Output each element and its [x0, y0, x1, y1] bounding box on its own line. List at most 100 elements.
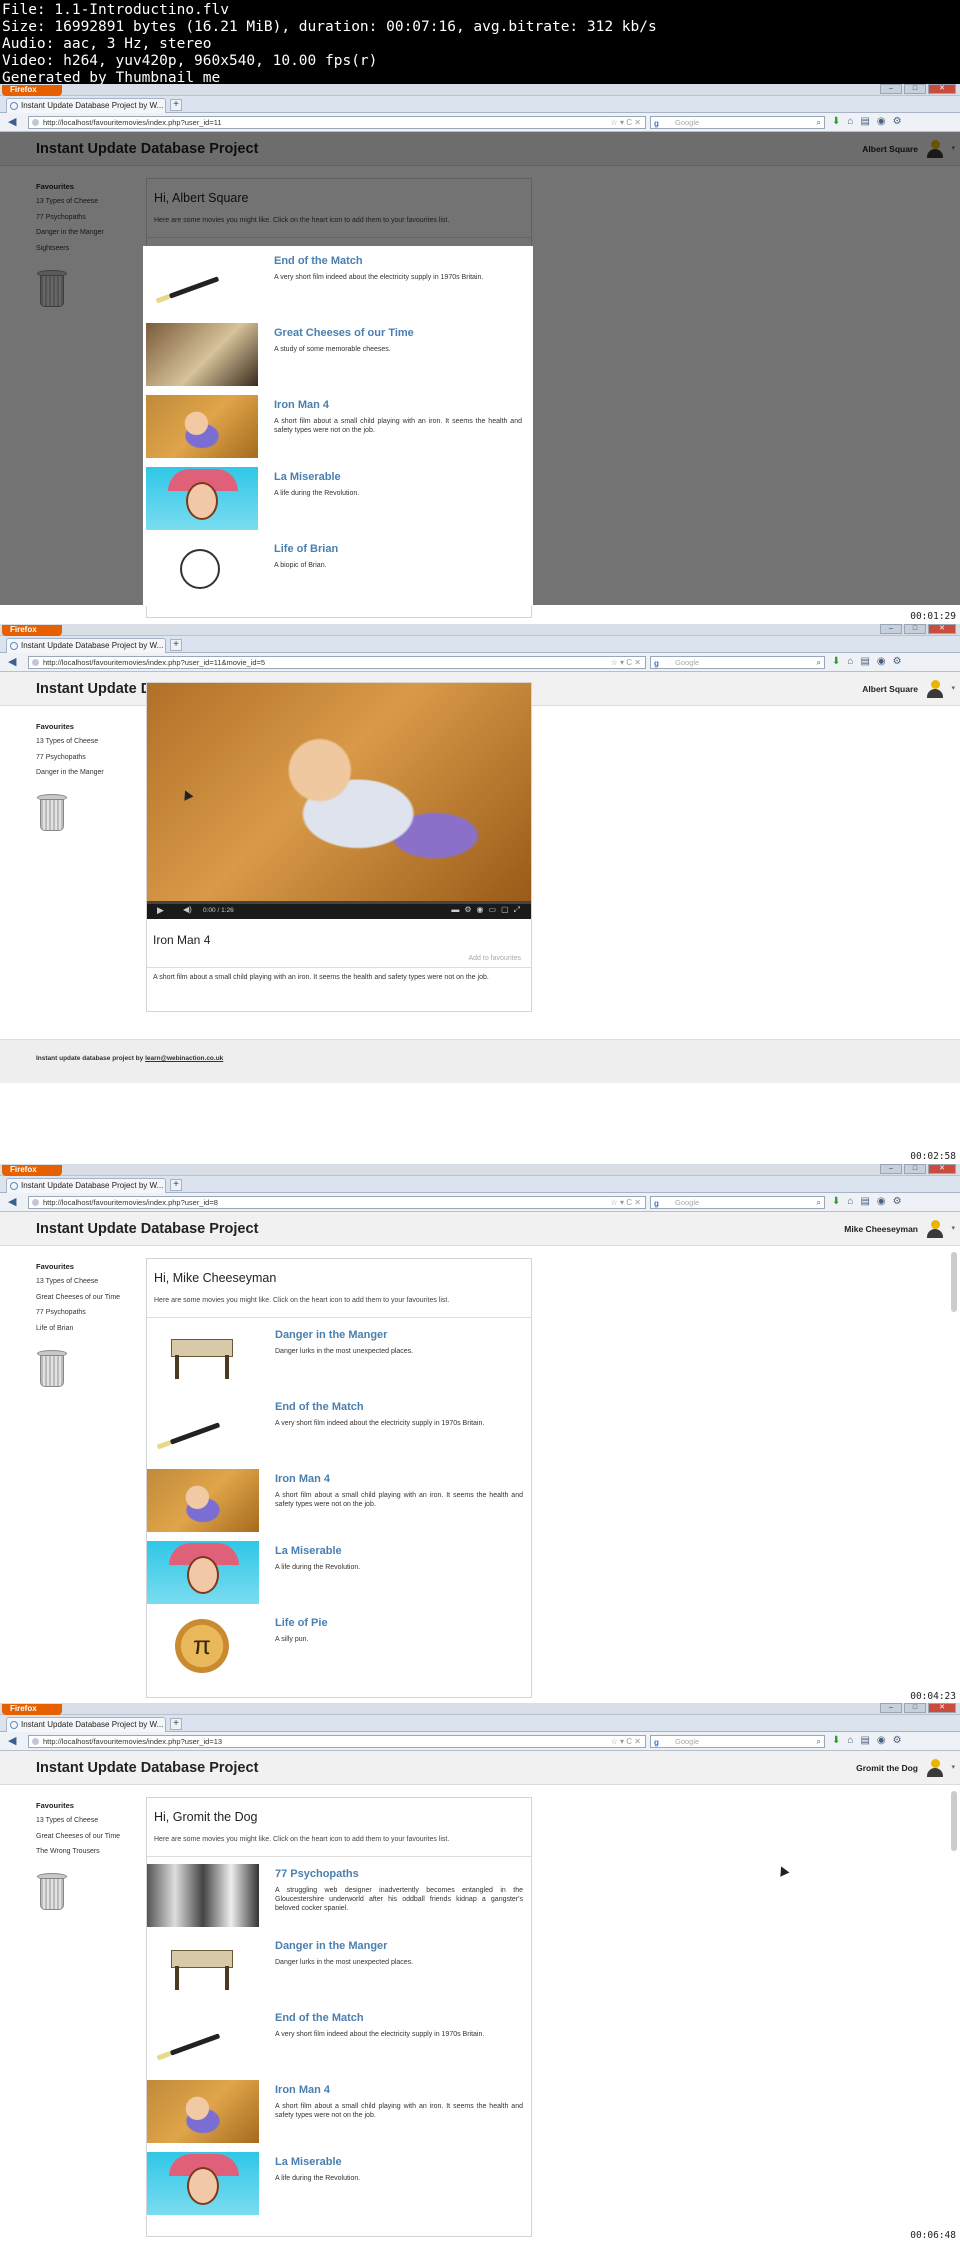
maximize-icon[interactable]: □ — [904, 1164, 926, 1174]
home-icon[interactable]: ⌂ — [847, 1195, 853, 1209]
favourite-item[interactable]: Danger in the Manger — [36, 769, 136, 776]
minimize-icon[interactable]: – — [880, 84, 902, 94]
video-player[interactable] — [147, 683, 531, 901]
new-tab-button[interactable]: + — [170, 1718, 182, 1730]
menu-icon[interactable]: ▤ — [860, 1734, 869, 1748]
new-tab-button[interactable]: + — [170, 1179, 182, 1191]
close-icon[interactable]: ✕ — [928, 84, 956, 94]
favourite-item[interactable]: Life of Brian — [36, 1325, 136, 1332]
search-box[interactable]: g Google ⌕ — [650, 116, 825, 129]
favourite-item[interactable]: Great Cheeses of our Time — [36, 1294, 136, 1301]
download-icon[interactable]: ⬇ — [832, 1734, 840, 1748]
movie-thumbnail[interactable] — [147, 1541, 259, 1604]
add-to-favourites-link[interactable]: Add to favourites — [468, 955, 521, 962]
magnifier-icon[interactable]: ⌕ — [817, 1197, 821, 1208]
new-tab-button[interactable]: + — [170, 99, 182, 111]
list-item[interactable]: Iron Man 4 A short film about a small chi… — [146, 395, 530, 467]
minimize-icon[interactable]: – — [880, 624, 902, 634]
list-item[interactable]: Danger in the Manger Danger lurks in the … — [147, 1325, 531, 1397]
list-item[interactable]: Danger in the Manger Danger lurks in the … — [147, 1936, 531, 2008]
movie-title[interactable]: End of the Match — [275, 1401, 364, 1413]
movie-thumbnail[interactable] — [147, 1469, 259, 1532]
movie-title[interactable]: Life of Pie — [275, 1617, 328, 1629]
trash-bin-icon[interactable] — [36, 269, 68, 308]
download-icon[interactable]: ⬇ — [832, 115, 840, 129]
addon-icon[interactable]: ◉ — [877, 115, 886, 129]
addon-icon[interactable]: ◉ — [877, 655, 886, 669]
magnifier-icon[interactable]: ⌕ — [817, 657, 821, 668]
site-title[interactable]: Instant Update Database Project — [36, 1221, 258, 1237]
trash-bin-icon[interactable] — [36, 1873, 68, 1911]
browser-tab[interactable]: Instant Update Database Project by W... — [6, 98, 166, 113]
favourite-item[interactable]: The Wrong Trousers — [36, 1848, 136, 1855]
movie-title[interactable]: End of the Match — [275, 2012, 364, 2024]
favourite-item[interactable]: Great Cheeses of our Time — [36, 1833, 136, 1840]
movie-thumbnail[interactable]: π — [147, 1613, 259, 1676]
movie-title[interactable]: End of the Match — [274, 255, 363, 267]
bookmark-star-icon[interactable]: ☆ ▾ C ✕ — [611, 1736, 641, 1747]
menu-icon[interactable]: ▤ — [860, 115, 869, 129]
maximize-icon[interactable]: □ — [904, 1703, 926, 1713]
magnifier-icon[interactable]: ⌕ — [817, 1736, 821, 1747]
browser-tab[interactable]: Instant Update Database Project by W... — [6, 638, 166, 653]
avatar[interactable] — [926, 1219, 944, 1239]
address-bar[interactable]: http://localhost/favouritemovies/index.p… — [28, 116, 646, 129]
back-arrow-icon[interactable]: ◀ — [8, 116, 22, 129]
movie-thumbnail[interactable] — [146, 395, 258, 458]
addon-icon[interactable]: ◉ — [877, 1195, 886, 1209]
user-name[interactable]: Gromit the Dog — [856, 1763, 918, 1773]
list-item[interactable]: La Miserable A life during the Revolution… — [147, 2152, 531, 2224]
close-icon[interactable]: ✕ — [928, 1164, 956, 1174]
chevron-down-icon[interactable]: ▾ — [951, 1763, 955, 1771]
browser-tab[interactable]: Instant Update Database Project by W... — [6, 1717, 166, 1732]
movie-title[interactable]: Great Cheeses of our Time — [274, 327, 414, 339]
addon-icon[interactable]: ◉ — [877, 1734, 886, 1748]
favourite-item[interactable]: 13 Types of Cheese — [36, 1817, 136, 1824]
user-name[interactable]: Mike Cheeseyman — [844, 1224, 918, 1234]
movie-title[interactable]: 77 Psychopaths — [275, 1868, 359, 1880]
magnifier-icon[interactable]: ⌕ — [817, 117, 821, 128]
trash-bin-icon[interactable] — [36, 794, 68, 832]
avatar[interactable] — [926, 139, 944, 159]
movie-title[interactable]: Life of Brian — [274, 543, 338, 555]
tools-icon[interactable]: ⚙ — [893, 115, 902, 129]
list-item[interactable]: End of the Match A very short film indeed… — [147, 1397, 531, 1469]
favourite-item[interactable]: 13 Types of Cheese — [36, 198, 136, 205]
back-arrow-icon[interactable]: ◀ — [8, 656, 22, 669]
movie-title[interactable]: Danger in the Manger — [275, 1940, 387, 1952]
address-bar[interactable]: http://localhost/favouritemovies/index.p… — [28, 1196, 646, 1209]
favourite-item[interactable]: Sightseers — [36, 245, 136, 252]
scrollbar[interactable] — [951, 1252, 957, 1312]
address-bar[interactable]: http://localhost/favouritemovies/index.p… — [28, 656, 646, 669]
footer-email-link[interactable]: learn@webinaction.co.uk — [145, 1055, 223, 1062]
menu-icon[interactable]: ▤ — [860, 1195, 869, 1209]
movie-thumbnail[interactable] — [146, 323, 258, 386]
list-item[interactable]: 77 Psychopaths A struggling web designer … — [147, 1864, 531, 1936]
movie-title[interactable]: La Miserable — [275, 2156, 342, 2168]
favourite-item[interactable]: 77 Psychopaths — [36, 754, 136, 761]
chevron-down-icon[interactable]: ▾ — [951, 684, 955, 692]
list-item[interactable]: End of the Match A very short film indeed… — [147, 2008, 531, 2080]
tools-icon[interactable]: ⚙ — [893, 1734, 902, 1748]
movie-thumbnail[interactable] — [147, 2080, 259, 2143]
movie-thumbnail[interactable] — [147, 2008, 259, 2071]
user-name[interactable]: Albert Square — [862, 144, 918, 154]
close-icon[interactable]: ✕ — [928, 1703, 956, 1713]
list-item[interactable]: La Miserable A life during the Revolution… — [146, 467, 530, 539]
movie-thumbnail[interactable] — [147, 1864, 259, 1927]
new-tab-button[interactable]: + — [170, 639, 182, 651]
favourite-item[interactable]: 13 Types of Cheese — [36, 1278, 136, 1285]
movie-thumbnail[interactable] — [147, 1936, 259, 1999]
download-icon[interactable]: ⬇ — [832, 1195, 840, 1209]
movie-thumbnail[interactable] — [147, 1325, 259, 1388]
firefox-menu-button[interactable]: Firefox — [2, 85, 62, 96]
movie-thumbnail[interactable] — [146, 539, 258, 602]
search-box[interactable]: g Google ⌕ — [650, 1735, 825, 1748]
favourite-item[interactable]: 13 Types of Cheese — [36, 738, 136, 745]
favourite-item[interactable]: 77 Psychopaths — [36, 214, 136, 221]
avatar[interactable] — [926, 1758, 944, 1778]
site-title[interactable]: Instant Update Database Project — [36, 1760, 258, 1776]
list-item[interactable]: Iron Man 4 A short film about a small chi… — [147, 2080, 531, 2152]
movie-title[interactable]: Iron Man 4 — [274, 399, 329, 411]
list-item[interactable]: π Life of Pie A silly pun. — [147, 1613, 531, 1685]
